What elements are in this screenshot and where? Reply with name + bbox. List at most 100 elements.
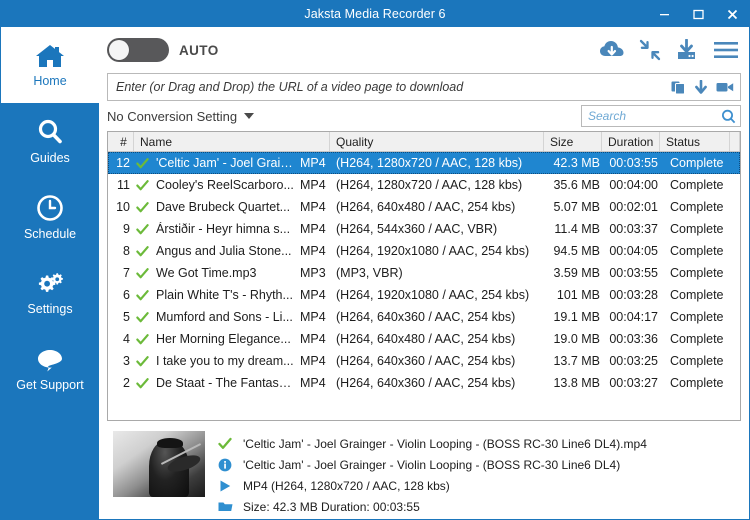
- search-input[interactable]: [588, 109, 721, 123]
- download-to-tray-icon[interactable]: [675, 39, 699, 61]
- sidebar-item-settings[interactable]: Settings: [1, 255, 99, 331]
- table-row[interactable]: 7 We Got Time.mp3 MP3 (MP3, VBR) 3.59 MB 00:0…: [108, 262, 740, 284]
- row-status: Complete: [670, 310, 724, 324]
- auto-toggle[interactable]: [107, 38, 169, 62]
- row-number: 10: [116, 200, 130, 214]
- conversion-setting-dropdown[interactable]: No Conversion Setting: [107, 109, 255, 124]
- column-header-size[interactable]: Size: [544, 132, 602, 151]
- row-name: Mumford and Sons - Li...: [156, 310, 293, 324]
- row-status-check-icon: [134, 223, 150, 236]
- row-duration: 00:03:37: [609, 222, 658, 236]
- play-icon[interactable]: [217, 479, 233, 493]
- info-icon[interactable]: [217, 458, 233, 472]
- title-bar: Jaksta Media Recorder 6: [1, 1, 749, 27]
- column-header-status[interactable]: Status: [660, 132, 730, 151]
- conversion-row: No Conversion Setting: [107, 101, 741, 131]
- row-duration: 00:02:01: [609, 200, 658, 214]
- row-duration: 00:03:28: [609, 288, 658, 302]
- table-row[interactable]: 2 De Staat - The Fantasti... MP4 (H264, 640…: [108, 372, 740, 394]
- row-name: We Got Time.mp3: [156, 266, 257, 280]
- sidebar-item-guides[interactable]: Guides: [1, 103, 99, 179]
- row-duration: 00:04:05: [609, 244, 658, 258]
- chat-bubble-icon: [35, 347, 65, 373]
- row-status: Complete: [670, 244, 724, 258]
- column-header-duration[interactable]: Duration: [602, 132, 660, 151]
- url-input[interactable]: [116, 80, 665, 94]
- video-camera-icon[interactable]: [716, 80, 734, 94]
- row-name: De Staat - The Fantasti...: [156, 376, 294, 390]
- hamburger-menu-icon[interactable]: [713, 40, 739, 60]
- thumbnail-image: [113, 431, 205, 497]
- search-icon[interactable]: [721, 109, 736, 124]
- row-quality: (H264, 640x360 / AAC, 254 kbs): [336, 354, 516, 368]
- row-format: MP4: [300, 200, 326, 214]
- maximize-button[interactable]: [681, 1, 715, 27]
- row-quality: (H264, 1920x1080 / AAC, 254 kbs): [336, 288, 530, 302]
- row-size: 11.4 MB: [554, 222, 600, 236]
- sidebar-item-home[interactable]: Home: [1, 27, 99, 103]
- row-duration: 00:03:55: [609, 156, 658, 170]
- row-status: Complete: [670, 332, 724, 346]
- toolbar-icons: [599, 39, 741, 61]
- column-header-number[interactable]: #: [108, 132, 134, 151]
- table-row[interactable]: 5 Mumford and Sons - Li... MP4 (H264, 640x3…: [108, 306, 740, 328]
- row-status: Complete: [670, 200, 724, 214]
- detail-panel: 'Celtic Jam' - Joel Grainger - Violin Lo…: [107, 427, 741, 519]
- url-bar: [107, 73, 741, 101]
- minimize-button[interactable]: [647, 1, 681, 27]
- row-name: Dave Brubeck Quartet...: [156, 200, 291, 214]
- row-format: MP4: [300, 156, 326, 170]
- column-header-spacer: [730, 132, 740, 151]
- sidebar-item-schedule[interactable]: Schedule: [1, 179, 99, 255]
- window-title: Jaksta Media Recorder 6: [304, 7, 446, 21]
- row-number: 12: [116, 156, 130, 170]
- green-check-icon: [135, 157, 149, 168]
- row-size: 19.1 MB: [553, 310, 600, 324]
- sidebar: Home Guides Schedule Settings Get Suppor…: [1, 27, 99, 519]
- sidebar-item-get-support[interactable]: Get Support: [1, 331, 99, 407]
- toggle-knob: [109, 40, 129, 60]
- row-number: 7: [123, 266, 130, 280]
- green-check-icon: [135, 245, 149, 256]
- url-bar-icons: [665, 79, 738, 95]
- row-size: 19.0 MB: [553, 332, 600, 346]
- table-row[interactable]: 6 Plain White T's - Rhyth... MP4 (H264, 192…: [108, 284, 740, 306]
- row-status: Complete: [670, 178, 724, 192]
- column-header-name[interactable]: Name: [134, 132, 330, 151]
- downloads-table: # Name Quality Size Duration Status 12 'C…: [107, 131, 741, 421]
- close-button[interactable]: [715, 1, 749, 27]
- paste-icon[interactable]: [671, 80, 686, 95]
- download-arrow-icon[interactable]: [694, 79, 708, 95]
- row-size: 42.3 MB: [553, 156, 600, 170]
- table-row[interactable]: 11 Cooley's ReelScarboro... MP4 (H264, 1280…: [108, 174, 740, 196]
- close-icon: [727, 9, 737, 19]
- cloud-download-icon[interactable]: [599, 39, 625, 61]
- folder-icon[interactable]: [217, 500, 233, 513]
- gears-icon: [35, 271, 65, 297]
- collapse-arrows-icon[interactable]: [639, 39, 661, 61]
- green-check-icon: [135, 289, 149, 300]
- window-body: Home Guides Schedule Settings Get Suppor…: [1, 27, 749, 519]
- table-row[interactable]: 8 Angus and Julia Stone... MP4 (H264, 1920x…: [108, 240, 740, 262]
- table-row[interactable]: 12 'Celtic Jam' - Joel Grain... MP4 (H264, …: [108, 152, 740, 174]
- row-quality: (H264, 640x480 / AAC, 254 kbs): [336, 332, 516, 346]
- row-size: 94.5 MB: [553, 244, 600, 258]
- column-header-quality[interactable]: Quality: [330, 132, 544, 151]
- green-check-icon: [135, 311, 149, 322]
- green-check-icon[interactable]: [217, 437, 233, 451]
- table-row[interactable]: 10 Dave Brubeck Quartet... MP4 (H264, 640x4…: [108, 196, 740, 218]
- detail-line-text: 'Celtic Jam' - Joel Grainger - Violin Lo…: [243, 457, 621, 472]
- row-name: Árstiðir - Heyr himna s...: [156, 222, 291, 236]
- table-row[interactable]: 4 Her Morning Elegance... MP4 (H264, 640x48…: [108, 328, 740, 350]
- row-duration: 00:04:00: [609, 178, 658, 192]
- table-row[interactable]: 3 I take you to my dream... MP4 (H264, 640x…: [108, 350, 740, 372]
- detail-line: 'Celtic Jam' - Joel Grainger - Violin Lo…: [217, 454, 741, 475]
- row-status-check-icon: [134, 245, 150, 258]
- table-row[interactable]: 9 Árstiðir - Heyr himna s... MP4 (H264, 544…: [108, 218, 740, 240]
- row-number: 4: [123, 332, 130, 346]
- row-number: 6: [123, 288, 130, 302]
- green-check-icon: [135, 333, 149, 344]
- row-quality: (H264, 1920x1080 / AAC, 254 kbs): [336, 244, 530, 258]
- row-status-check-icon: [134, 333, 150, 346]
- row-format: MP4: [300, 222, 326, 236]
